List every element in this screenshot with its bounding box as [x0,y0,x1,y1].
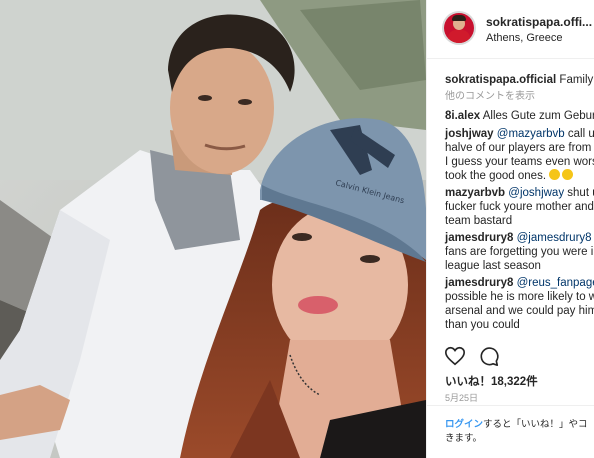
comment-mention[interactable]: @joshjway [508,187,564,199]
login-prompt-text-2: きます。 [445,433,483,444]
post-date[interactable]: 5月25日 [445,391,478,404]
username-link[interactable]: sokratispapa.offi... [486,15,592,29]
comment-text-line: fucker fuck youre mother and y [445,201,594,213]
like-count[interactable]: いいね！18,322件 [445,373,538,389]
comment-text-line: team bastard [445,215,513,227]
login-prompt: ログインすると「いいね！」やコ きます。 [427,405,594,458]
load-more-comments-link[interactable]: 他のコメントを表示 [445,90,535,104]
comment: joshjway @mazyarbvb call us a [445,127,594,141]
profile-picture [444,13,474,43]
heart-icon[interactable] [444,345,466,367]
comment-icon[interactable] [478,345,500,367]
comment-mention[interactable]: @mazyarbvb [497,128,565,140]
comment-mention[interactable]: @jamesdrury8 [517,232,592,244]
comment: 8i.alex Alles Gute zum Geburts [445,109,594,123]
comment-text-line: league last season [445,260,541,272]
comment-text: call us a [567,128,594,140]
post-header: sokratispapa.offi... Athens, Greece [427,0,594,59]
comment-text-line: arsenal and we could pay him r [445,305,594,317]
selfie-image: Calvin Klein Jeans [0,0,426,458]
comment-text: took the good ones. [445,170,547,182]
laughing-emoji-icon [562,169,574,180]
post-sidebar: sokratispapa.offi... Athens, Greece sokr… [426,0,594,458]
comment-text: Alles Gute zum Geburts [482,110,594,122]
comment-username[interactable]: jamesdrury8 [445,277,513,289]
post-photo[interactable]: Calvin Klein Jeans [0,0,426,458]
comment-text: shut up [567,187,594,199]
comment: mazyarbvb @joshjway shut up [445,186,594,200]
comment: jamesdrury8 @reus_fanpagee [445,276,594,290]
comment-mention[interactable]: @reus_fanpagee [517,277,594,289]
comment-text-line: than you could [445,319,520,331]
login-prompt-text: ログインすると「いいね！」やコ きます。 [445,418,588,446]
comment-username[interactable]: joshjway [445,128,494,140]
caption: sokratispapa.official Family ti [445,73,594,87]
caption-username[interactable]: sokratispapa.official [445,74,556,86]
comment-text-line: I guess your teams even worse [445,156,594,168]
comment-username[interactable]: jamesdrury8 [445,232,513,244]
comment-username[interactable]: mazyarbvb [445,187,505,199]
comment-username[interactable]: 8i.alex [445,110,480,122]
comment-text-line: possible he is more likely to wi [445,291,594,303]
comment-text-line: took the good ones. [445,169,575,183]
avatar[interactable] [442,11,476,45]
caption-text: Family ti [559,74,594,86]
comments-list: sokratispapa.official Family ti 他のコメントを表… [427,59,594,341]
comment: jamesdrury8 @jamesdrury8 u [445,231,594,245]
login-link[interactable]: ログイン [445,419,483,430]
location-link[interactable]: Athens, Greece [486,32,562,44]
comment-text-line: halve of our players are from y [445,142,594,154]
laughing-emoji-icon [549,169,561,180]
comment-text-line: fans are forgetting you were in [445,246,594,258]
action-bar [427,341,594,371]
login-prompt-text-1: すると「いいね！」やコ [483,419,588,430]
